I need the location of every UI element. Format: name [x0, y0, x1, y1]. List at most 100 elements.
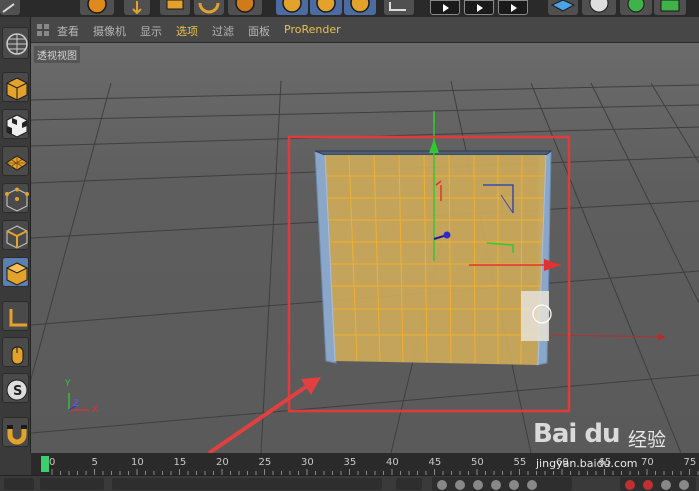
magnet-icon: [7, 425, 27, 445]
pen-icon: [589, 0, 609, 13]
timeline-tick-label: 25: [258, 457, 272, 468]
axis-mode-button[interactable]: [2, 301, 29, 331]
snapping-button[interactable]: S: [2, 373, 29, 403]
grid-plane-icon: [5, 155, 29, 171]
watermark-cn: 经验: [628, 429, 667, 451]
rotate-tool-button[interactable]: [194, 0, 224, 15]
arrow-icon: [2, 3, 15, 13]
render-view-button[interactable]: [430, 0, 460, 15]
timeline-tick-label: 75: [683, 457, 697, 468]
watermark-brand: Bai du: [533, 419, 620, 449]
axis-x-label: X: [92, 405, 99, 415]
axis-y-label: Y: [65, 379, 71, 389]
z-lock-icon: [350, 0, 370, 13]
y-axis-lock-button[interactable]: [310, 0, 342, 15]
menu-view[interactable]: 查看: [57, 23, 79, 39]
clapper-icon: [443, 4, 449, 12]
watermark-url: jingyan.baidu.com: [536, 457, 638, 470]
timeline-tick-label: 10: [131, 457, 144, 468]
mouse-icon: [11, 346, 24, 365]
generator-button[interactable]: [620, 0, 652, 15]
left-toolbar: S: [0, 17, 31, 453]
transport-controls[interactable]: [432, 477, 572, 491]
make-editable-button[interactable]: [2, 27, 29, 59]
z-axis-lock-button[interactable]: [344, 0, 376, 15]
cube-primitive-button[interactable]: [548, 0, 578, 15]
timeline-tick-label: 5: [91, 457, 98, 468]
rotate-icon: [198, 2, 220, 14]
scale-tool-button[interactable]: [160, 0, 190, 15]
y-lock-icon: [316, 0, 336, 13]
green-nurbs-icon: [627, 0, 645, 13]
coordinate-icon: [389, 2, 406, 11]
magnet-button[interactable]: [2, 417, 29, 447]
tool-button-partial[interactable]: [0, 0, 20, 15]
record-icons: [625, 480, 689, 490]
timeline-tick-label: 15: [173, 457, 187, 468]
texture-mode-button[interactable]: [2, 109, 29, 139]
points-mode-button[interactable]: [2, 183, 29, 213]
array-button[interactable]: [654, 0, 686, 15]
menu-options[interactable]: 选项: [176, 23, 198, 39]
transport-icons: [437, 480, 537, 490]
edges-cube-icon: [6, 225, 28, 249]
x-axis-lock-button[interactable]: [276, 0, 308, 15]
workplane-mode-button[interactable]: [2, 146, 29, 176]
min-frame-field[interactable]: [40, 478, 104, 490]
render-to-picture-viewer-button[interactable]: [498, 0, 528, 15]
watermark: Bai du 经验 jingyan.baidu.com: [533, 417, 683, 477]
current-frame-marker[interactable]: [41, 456, 49, 472]
svg-text:S: S: [13, 384, 22, 399]
clapper-icon: [477, 4, 483, 12]
perspective-viewport[interactable]: 透视视图 Y Z X: [31, 43, 699, 453]
menu-filter[interactable]: 过滤: [212, 23, 234, 39]
last-tool-button[interactable]: [228, 0, 262, 15]
menu-display[interactable]: 显示: [140, 23, 162, 39]
green-cloner-icon: [660, 0, 680, 12]
viewport-title: 透视视图: [34, 46, 80, 63]
axis-l-icon: [9, 309, 27, 327]
timeline-tick-label: 0: [49, 457, 56, 468]
frame-field[interactable]: [4, 478, 34, 490]
menu-prorender[interactable]: ProRender: [284, 23, 341, 36]
x-lock-icon: [282, 0, 302, 13]
timeline-tick-label: 40: [386, 457, 399, 468]
timeline-tick-label: 45: [428, 457, 442, 468]
spline-button[interactable]: [582, 0, 616, 15]
menu-cameras[interactable]: 摄像机: [93, 23, 126, 39]
viewport-menubar: 查看 摄像机 显示 选项 过滤 面板 ProRender: [31, 17, 699, 43]
model-mode-button[interactable]: [2, 72, 29, 102]
polygons-mode-button[interactable]: [2, 257, 29, 287]
viewport-options-icon[interactable]: [37, 24, 49, 36]
points-cube-icon: [5, 187, 29, 212]
timeline-tick-label: 30: [301, 457, 314, 468]
cube-icon: [6, 77, 28, 101]
axis-z-label: Z: [73, 399, 80, 409]
snap-s-icon: S: [6, 379, 28, 401]
record-controls[interactable]: [620, 477, 696, 491]
tweak-mode-button[interactable]: [2, 337, 29, 367]
scale-icon: [166, 0, 184, 10]
edges-mode-button[interactable]: [2, 220, 29, 250]
top-toolbar: [0, 0, 699, 17]
move-tool-button[interactable]: [124, 0, 150, 15]
clapper-icon: [511, 4, 517, 12]
menu-panel[interactable]: 面板: [248, 23, 270, 39]
undo-button[interactable]: [80, 0, 114, 15]
viewport-scene: [31, 43, 699, 453]
coordinate-system-button[interactable]: [384, 0, 414, 15]
polygon-cube-icon: [5, 262, 29, 286]
timeline-corner: [0, 453, 31, 475]
preview-range-slider[interactable]: [112, 478, 382, 490]
timeline-tick-label: 20: [216, 457, 229, 468]
timeline-tick-label: 55: [513, 457, 527, 468]
plane-mesh: [314, 150, 553, 366]
sphere-grid-icon: [6, 33, 28, 55]
max-frame-field[interactable]: [396, 478, 422, 490]
playback-bar: [0, 475, 699, 491]
orange-circle-icon: [235, 0, 255, 13]
move-icon: [132, 1, 142, 15]
checker-cube-icon: [6, 114, 28, 138]
orange-circle-icon: [87, 0, 107, 14]
render-region-button[interactable]: [464, 0, 494, 15]
